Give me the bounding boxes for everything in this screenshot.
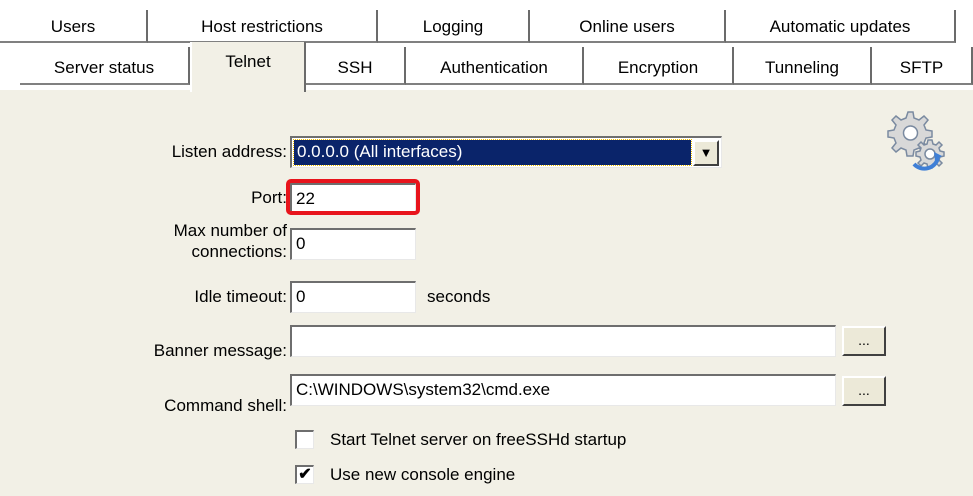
port-highlight-box bbox=[286, 179, 420, 215]
tab-sftp[interactable]: SFTP bbox=[872, 47, 973, 85]
listen-address-label: Listen address: bbox=[171, 142, 287, 161]
max-connections-label: Max number of connections: bbox=[173, 221, 287, 261]
chevron-down-icon: ▼ bbox=[699, 145, 713, 160]
start-on-startup-label[interactable]: Start Telnet server on freeSSHd startup bbox=[330, 430, 626, 450]
gears-refresh-icon bbox=[884, 108, 950, 174]
tab-encryption[interactable]: Encryption bbox=[584, 47, 734, 85]
banner-browse-button[interactable]: ... bbox=[842, 326, 886, 356]
tab-row-bottom: Server status Telnet SSH Authentication … bbox=[0, 42, 973, 92]
tab-users[interactable]: Users bbox=[0, 10, 148, 43]
check-mark-icon: ✔ bbox=[298, 466, 312, 483]
new-console-engine-checkbox[interactable]: ✔ bbox=[295, 465, 314, 484]
tab-host-restrictions[interactable]: Host restrictions bbox=[148, 10, 378, 43]
max-connections-field[interactable]: 0 bbox=[290, 228, 416, 260]
idle-timeout-field[interactable]: 0 bbox=[290, 281, 416, 313]
banner-message-field[interactable] bbox=[290, 325, 836, 357]
tab-ssh[interactable]: SSH bbox=[306, 47, 406, 85]
new-console-engine-label[interactable]: Use new console engine bbox=[330, 465, 515, 485]
tab-automatic-updates[interactable]: Automatic updates bbox=[726, 10, 956, 43]
shell-browse-button[interactable]: ... bbox=[842, 376, 886, 406]
command-shell-field[interactable]: C:\WINDOWS\system32\cmd.exe bbox=[290, 374, 836, 406]
tab-telnet[interactable]: Telnet bbox=[190, 42, 306, 92]
tab-logging[interactable]: Logging bbox=[378, 10, 530, 43]
listen-address-value: 0.0.0.0 (All interfaces) bbox=[293, 139, 692, 166]
start-on-startup-checkbox[interactable] bbox=[295, 430, 314, 449]
command-shell-label: Command shell: bbox=[164, 396, 287, 415]
tab-online-users[interactable]: Online users bbox=[530, 10, 726, 43]
idle-timeout-unit: seconds bbox=[427, 287, 491, 306]
port-label: Port: bbox=[251, 188, 287, 207]
banner-message-label: Banner message: bbox=[153, 341, 287, 360]
tab-server-status[interactable]: Server status bbox=[20, 47, 190, 85]
telnet-settings-panel: Listen address: 0.0.0.0 (All interfaces)… bbox=[0, 88, 973, 496]
listen-address-select[interactable]: 0.0.0.0 (All interfaces) ▼ bbox=[290, 136, 722, 168]
idle-timeout-label: Idle timeout: bbox=[194, 287, 287, 306]
dropdown-arrow-button[interactable]: ▼ bbox=[693, 140, 719, 166]
tab-authentication[interactable]: Authentication bbox=[406, 47, 584, 85]
tab-row-top: Users Host restrictions Logging Online u… bbox=[0, 10, 973, 43]
tab-tunneling[interactable]: Tunneling bbox=[734, 47, 872, 85]
